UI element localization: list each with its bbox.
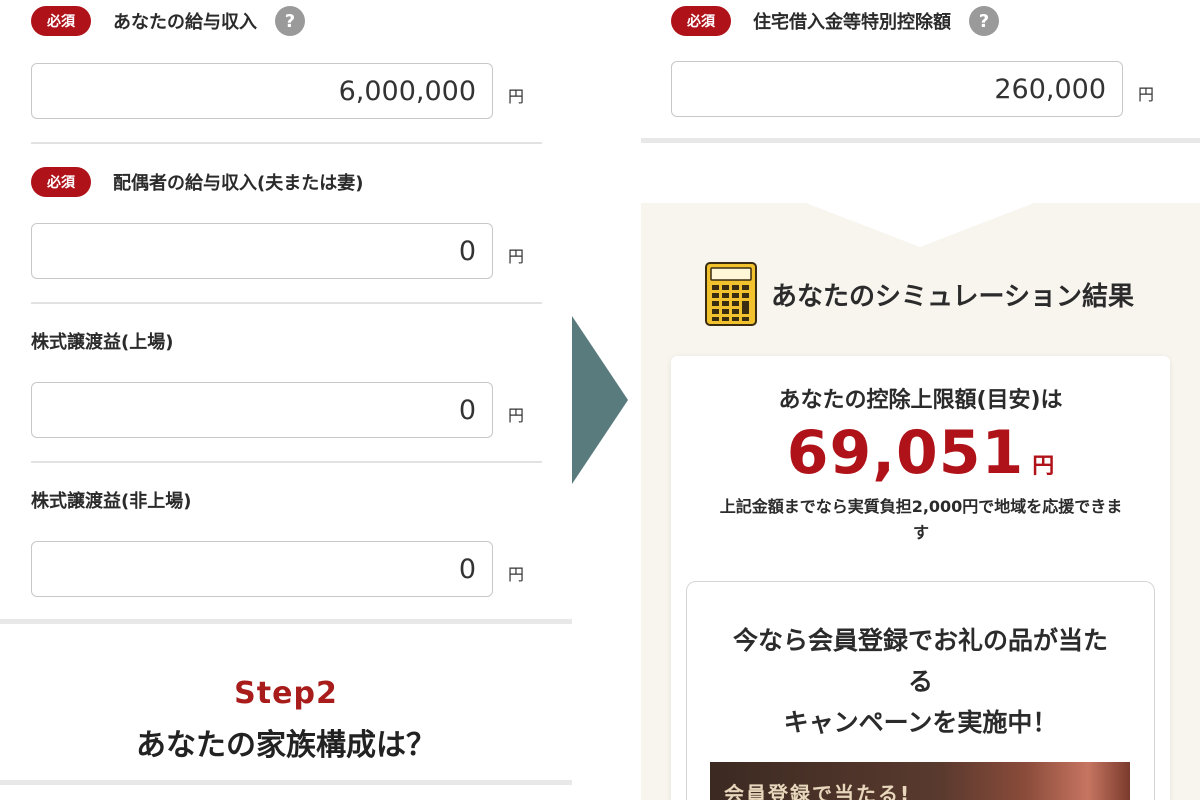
campaign-line: キャンペーンを実施中！	[783, 708, 1058, 737]
salary-income-label-text: あなたの給与収入	[113, 12, 257, 33]
result-heading: あなたのシミュレーション結果	[705, 262, 1134, 326]
unlisted-stock-gain-input[interactable]	[31, 541, 493, 597]
campaign-banner-image[interactable]: 会員登録で当たる!	[710, 762, 1130, 800]
deduction-limit-label: あなたの控除上限額(目安)は	[778, 388, 1063, 413]
spouse-income-input[interactable]	[31, 223, 493, 279]
divider	[31, 142, 542, 144]
housing-loan-deduction-input[interactable]	[671, 61, 1123, 117]
spouse-income-label: 必須 配偶者の給与収入(夫または妻)	[31, 167, 363, 197]
unlisted-stock-gain-label: 株式譲渡益(非上場)	[31, 487, 191, 513]
section-divider	[0, 619, 572, 624]
yen-unit: 円	[508, 87, 525, 106]
unlisted-stock-gain-label-text: 株式譲渡益(非上場)	[31, 491, 192, 512]
step-title: Step2	[234, 676, 338, 711]
campaign-line: 今なら会員登録でお礼の品が当た	[732, 626, 1108, 655]
salary-income-label: 必須 あなたの給与収入 ?	[31, 6, 305, 36]
required-badge: 必須	[31, 6, 91, 36]
help-icon[interactable]: ?	[275, 6, 305, 36]
deduction-limit-row: 69,051 円	[671, 418, 1170, 488]
section-divider	[641, 138, 1200, 143]
listed-stock-gain-label: 株式譲渡益(上場)	[31, 328, 173, 354]
housing-loan-deduction-label-text: 住宅借入金等特別控除額	[753, 12, 951, 33]
campaign-banner-text: 会員登録で当たる!	[724, 782, 912, 800]
yen-unit: 円	[508, 247, 525, 266]
divider	[31, 302, 542, 304]
yen-unit: 円	[1138, 85, 1155, 104]
deduction-note: 上記金額までなら実質負担2,000円で地域を応援できま す	[690, 494, 1152, 546]
listed-stock-gain-label-text: 株式譲渡益(上場)	[31, 332, 174, 353]
help-icon[interactable]: ?	[969, 6, 999, 36]
deduction-note-line: す	[912, 523, 929, 542]
result-notch	[641, 203, 1200, 247]
spouse-income-label-text: 配偶者の給与収入(夫または妻)	[113, 173, 364, 194]
divider	[31, 461, 542, 463]
deduction-limit-value: 69,051	[786, 418, 1025, 488]
required-badge: 必須	[31, 167, 91, 197]
housing-loan-deduction-label: 必須 住宅借入金等特別控除額 ?	[671, 6, 999, 36]
calculator-icon	[705, 262, 757, 326]
next-arrow-icon	[572, 316, 628, 484]
left-panel: 必須 あなたの給与収入 ? 円 必須 配偶者の給与収入(夫または妻) 円 株式譲…	[0, 0, 572, 800]
deduction-note-line: 上記金額までなら実質負担2,000円で地域を応援できま	[719, 497, 1123, 516]
required-badge: 必須	[671, 6, 731, 36]
campaign-text: 今なら会員登録でお礼の品が当た る キャンペーンを実施中！	[700, 620, 1141, 743]
listed-stock-gain-input[interactable]	[31, 382, 493, 438]
result-heading-text: あなたのシミュレーション結果	[771, 281, 1134, 312]
yen-unit: 円	[508, 406, 525, 425]
campaign-line: る	[907, 667, 933, 696]
salary-income-input[interactable]	[31, 63, 493, 119]
step-question: あなたの家族構成は？	[136, 728, 436, 763]
yen-unit: 円	[508, 565, 525, 584]
deduction-limit-unit: 円	[1032, 454, 1055, 479]
section-divider	[0, 780, 572, 785]
